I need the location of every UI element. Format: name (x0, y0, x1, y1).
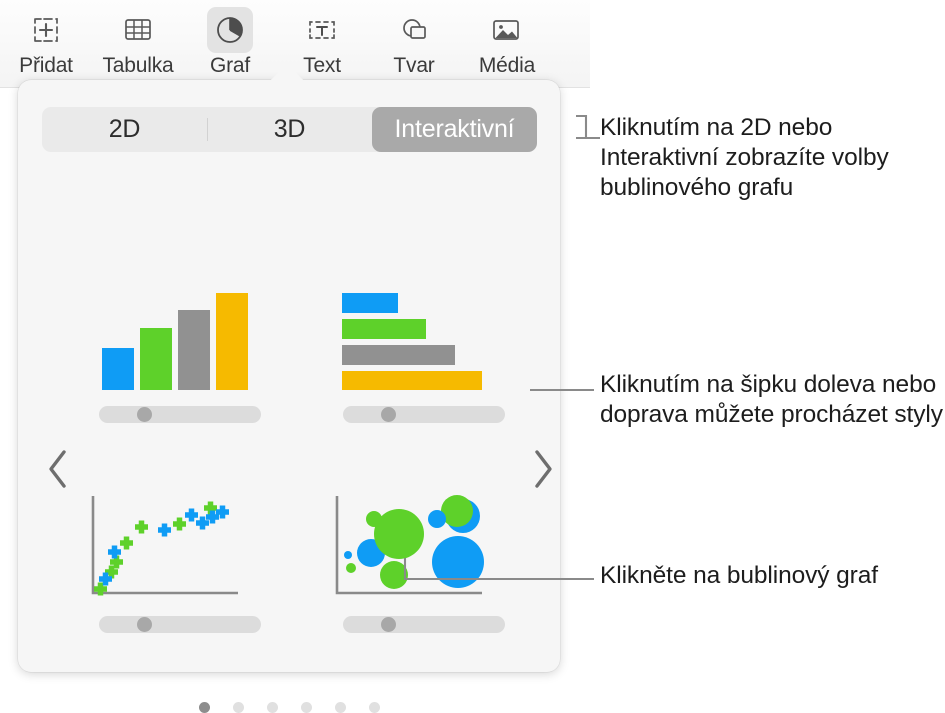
callout-segmented-text: Kliknutím na 2D nebo Interaktivní zobraz… (600, 114, 889, 201)
toolbar-button-pridat[interactable]: Přidat (0, 0, 92, 78)
pagination-dot-6[interactable] (368, 702, 380, 713)
bar-chart-slider[interactable] (343, 406, 505, 423)
add-object-icon (23, 7, 69, 53)
toolbar-label-media: Média (478, 54, 536, 77)
media-image-icon (483, 7, 529, 53)
callout-bubble-text: Klikněte na bublinový graf (600, 562, 878, 589)
toolbar-button-tabulka[interactable]: Tabulka (92, 0, 184, 78)
pagination-dot-1[interactable] (198, 702, 210, 713)
shape-icon (391, 7, 437, 53)
slider-knob[interactable] (137, 617, 152, 632)
previous-styles-arrow[interactable] (38, 443, 78, 495)
pagination-dot-3[interactable] (266, 702, 278, 713)
column-chart-art (102, 293, 248, 390)
column-chart-thumbnail[interactable] (80, 280, 280, 425)
chevron-right-icon (535, 450, 552, 488)
pagination-dots[interactable] (18, 702, 560, 713)
chart-pie-icon (207, 7, 253, 53)
toolbar-button-graf[interactable]: Graf (184, 0, 276, 78)
slider-knob[interactable] (381, 617, 396, 632)
callout-leader-line-bubble (403, 558, 594, 581)
table-icon (115, 7, 161, 53)
column-chart-slider[interactable] (99, 406, 261, 423)
callout-leader-line-arrows (530, 388, 594, 392)
toolbar-label-tabulka: Tabulka (102, 54, 174, 77)
callout-arrows-text: Kliknutím na šipku doleva nebo doprava m… (600, 371, 943, 428)
text-box-icon (299, 7, 345, 53)
toolbar-label-tvar: Tvar (393, 54, 435, 77)
popover-pointer (269, 63, 305, 82)
pagination-dot-2[interactable] (232, 702, 244, 713)
bubble-chart-slider[interactable] (343, 616, 505, 633)
slider-knob[interactable] (381, 407, 396, 422)
toolbar-label-pridat: Přidat (19, 54, 73, 77)
pagination-dot-5[interactable] (334, 702, 346, 713)
bar-chart-art (342, 293, 482, 390)
next-styles-arrow[interactable] (523, 443, 563, 495)
segment-2d[interactable]: 2D (42, 107, 207, 152)
scatter-chart-slider[interactable] (99, 616, 261, 633)
toolbar-button-media[interactable]: Média (460, 0, 552, 78)
toolbar-label-text: Text (303, 54, 341, 77)
slider-knob[interactable] (137, 407, 152, 422)
toolbar-button-tvar[interactable]: Tvar (368, 0, 460, 78)
chart-dimension-segmented-control[interactable]: 2D 3D Interaktivní (42, 107, 537, 152)
segment-interaktivni[interactable]: Interaktivní (372, 107, 537, 152)
bar-chart-thumbnail[interactable] (324, 280, 524, 425)
scatter-chart-thumbnail[interactable] (80, 490, 280, 635)
toolbar-label-graf: Graf (209, 54, 251, 77)
pagination-dot-4[interactable] (300, 702, 312, 713)
segment-3d[interactable]: 3D (207, 107, 372, 152)
chevron-left-icon (49, 450, 66, 488)
scatter-chart-art (91, 496, 238, 596)
